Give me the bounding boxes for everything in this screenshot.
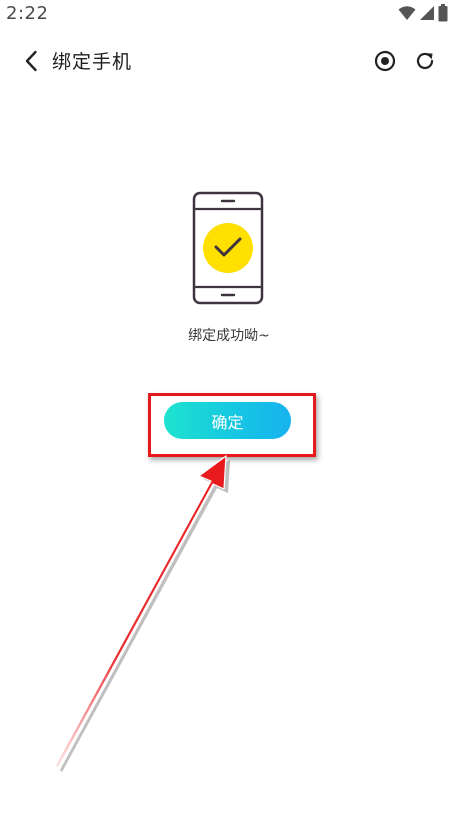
chevron-left-icon — [25, 50, 37, 72]
confirm-button[interactable]: 确定 — [164, 402, 291, 439]
refresh-button[interactable] — [413, 49, 437, 73]
page-title: 绑定手机 — [52, 51, 133, 73]
success-message: 绑定成功呦~ — [188, 328, 270, 344]
bind-phone-success-screen: 2:22 绑定手机 绑定成功呦~ 确定 — [0, 0, 458, 820]
refresh-icon — [416, 52, 434, 70]
battery-icon — [438, 4, 448, 22]
status-icons — [398, 4, 448, 22]
status-bar: 2:22 — [0, 0, 458, 28]
phone-check-icon — [192, 191, 264, 305]
target-button[interactable] — [373, 49, 397, 73]
target-icon — [374, 50, 396, 72]
app-bar: 绑定手机 — [0, 38, 458, 84]
signal-icon — [420, 6, 434, 20]
back-button[interactable] — [18, 48, 44, 74]
status-time: 2:22 — [6, 3, 49, 24]
wifi-icon — [398, 6, 416, 20]
